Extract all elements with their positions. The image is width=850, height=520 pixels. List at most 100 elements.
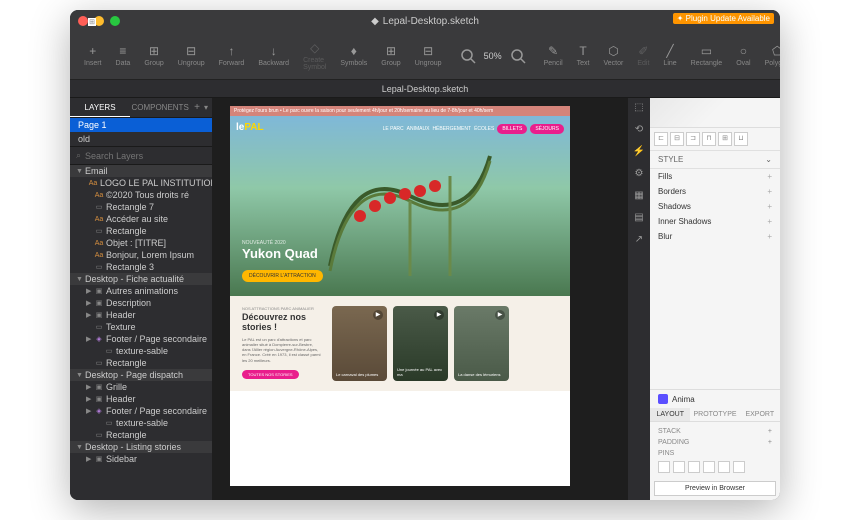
layer-row[interactable]: AaObjet : [TITRE] [70,237,212,249]
align-top[interactable]: ⊓ [702,132,716,146]
plus-icon[interactable]: + [768,428,772,435]
tool-polygon[interactable]: ⬠Polygon [759,42,780,69]
hero-cta-button[interactable]: DÉCOUVRIR L'ATTRACTION [242,270,323,282]
layer-row[interactable]: ▼⊞Desktop - Listing stories [70,441,212,453]
align-center-v[interactable]: ⊞ [718,132,732,146]
layer-row[interactable]: ▶◈Footer / Page secondaire [70,333,212,345]
align-bottom[interactable]: ⊔ [734,132,748,146]
layer-row[interactable]: ▶▣Description [70,297,212,309]
layer-row[interactable]: Aa©2020 Tous droits ré [70,189,212,201]
tool-group[interactable]: ⊞Group [138,42,169,69]
add-page-icon[interactable]: + [194,102,200,113]
layer-row[interactable]: ▶▣Grille [70,381,212,393]
layer-row[interactable]: ▭Rectangle [70,429,212,441]
grid-icon[interactable]: ▦ [632,190,646,204]
tool-backward[interactable]: ↓Backward [252,42,295,69]
artboard[interactable]: Protégez l'ours brun • Le parc ouvre la … [230,106,570,486]
anima-tab-prototype[interactable]: PROTOTYPE [690,408,739,421]
tool-text[interactable]: TText [571,42,596,69]
tool-rectangle[interactable]: ▭Rectangle [685,42,729,69]
search-input[interactable] [85,151,206,161]
tool-forward[interactable]: ↑Forward [213,42,251,69]
layer-row[interactable]: ▼⊞Email [70,165,212,177]
layer-row[interactable]: ▼⊞Desktop - Page dispatch [70,369,212,381]
layer-row[interactable]: ▭Rectangle 7 [70,201,212,213]
preview-browser-button[interactable]: Preview in Browser [654,481,776,496]
layer-row[interactable]: AaAccéder au site [70,213,212,225]
tool-oval[interactable]: ○Oval [730,42,756,69]
layer-row[interactable]: AaLOGO LE PAL INSTITUTIONNEL [70,177,212,189]
export-icon[interactable]: ↗ [632,234,646,248]
inspector-row-shadows[interactable]: Shadows+ [650,199,780,214]
tool-vector[interactable]: ⬡Vector [598,42,630,69]
style-header[interactable]: STYLE⌄ [650,151,780,168]
close-window[interactable] [78,16,88,26]
layout-icon[interactable]: ▤ [632,212,646,226]
plugin-update-badge[interactable]: ✦ Plugin Update Available [673,13,774,24]
nav-link[interactable]: ANIMAUX [407,126,430,132]
pin-control[interactable] [673,461,685,473]
zoom-out[interactable] [454,46,482,66]
link-icon[interactable]: ⟲ [632,124,646,138]
layer-row[interactable]: ▶▣Sidebar [70,453,212,465]
tool-ungroup[interactable]: ⊟Ungroup [172,42,211,69]
plus-icon[interactable]: + [767,187,772,196]
align-left[interactable]: ⊏ [654,132,668,146]
inspector-row-fills[interactable]: Fills+ [650,169,780,184]
plus-icon[interactable]: + [767,217,772,226]
pin-control[interactable] [703,461,715,473]
stories-cta-button[interactable]: TOUTES NOS STORIES [242,370,299,379]
plus-icon[interactable]: + [767,172,772,181]
page-item[interactable]: Page 1 [70,118,212,132]
zoom-window[interactable] [110,16,120,26]
tool-pencil[interactable]: ✎Pencil [538,42,569,69]
anima-tab-export[interactable]: EXPORT [740,408,780,421]
tool-insert[interactable]: +Insert [78,42,108,69]
layer-row[interactable]: ▶▣Autres animations [70,285,212,297]
inspector-row-borders[interactable]: Borders+ [650,184,780,199]
tab-components[interactable]: COMPONENTS [130,98,190,117]
layer-row[interactable]: ▭texture-sable [70,345,212,357]
layer-row[interactable]: ▭Rectangle [70,357,212,369]
inspector-row-blur[interactable]: Blur+ [650,229,780,244]
nav-cta-billets[interactable]: BILLETS [497,124,527,134]
pin-control[interactable] [733,461,745,473]
tool-line[interactable]: ╱Line [657,42,682,69]
tool-symbols[interactable]: ♦Symbols [334,42,373,69]
nav-cta-sejours[interactable]: SÉJOURS [530,124,564,134]
story-card[interactable]: Le carnaval des plumes [332,306,387,381]
layer-row[interactable]: ▼⊞Desktop - Fiche actualité [70,273,212,285]
tool-group[interactable]: ⊞Group [375,42,406,69]
pin-control[interactable] [658,461,670,473]
nav-link[interactable]: ÉCOLES [474,126,494,132]
layer-row[interactable]: ▭Rectangle 3 [70,261,212,273]
site-logo[interactable]: lePAL [236,122,264,133]
story-card[interactable]: Une journée au PAL avec ma [393,306,448,381]
canvas[interactable]: Protégez l'ours brun • Le parc ouvre la … [212,98,628,500]
layer-row[interactable]: ▶◈Footer / Page secondaire [70,405,212,417]
tool-edit[interactable]: ✐Edit [631,42,655,69]
align-center-h[interactable]: ⊟ [670,132,684,146]
nav-link[interactable]: HÉBERGEMENT [432,126,471,132]
plus-icon[interactable]: + [767,202,772,211]
nav-link[interactable]: LE PARC [383,126,404,132]
inspector-row-inner-shadows[interactable]: Inner Shadows+ [650,214,780,229]
page-menu-icon[interactable]: ▾ [204,103,208,112]
layer-row[interactable]: ▶▣Header [70,393,212,405]
tool-ungroup[interactable]: ⊟Ungroup [409,42,448,69]
story-card[interactable]: La danse des lémuriens [454,306,509,381]
layer-row[interactable]: ▭texture-sable [70,417,212,429]
prototype-icon[interactable]: ⬚ [632,102,646,116]
plus-icon[interactable]: + [767,232,772,241]
flash-icon[interactable]: ⚡ [632,146,646,160]
gear-icon[interactable]: ⚙ [632,168,646,182]
tab-layers[interactable]: LAYERS [70,98,130,117]
plus-icon[interactable]: + [768,439,772,446]
anima-tab-layout[interactable]: LAYOUT [650,408,690,421]
layer-row[interactable]: ▭Rectangle [70,225,212,237]
tool-create-symbol[interactable]: ◇Create Symbol [297,39,332,73]
zoom-in[interactable] [504,46,532,66]
pin-control[interactable] [688,461,700,473]
layer-row[interactable]: ▭Texture [70,321,212,333]
layer-row[interactable]: AaBonjour, Lorem Ipsum [70,249,212,261]
